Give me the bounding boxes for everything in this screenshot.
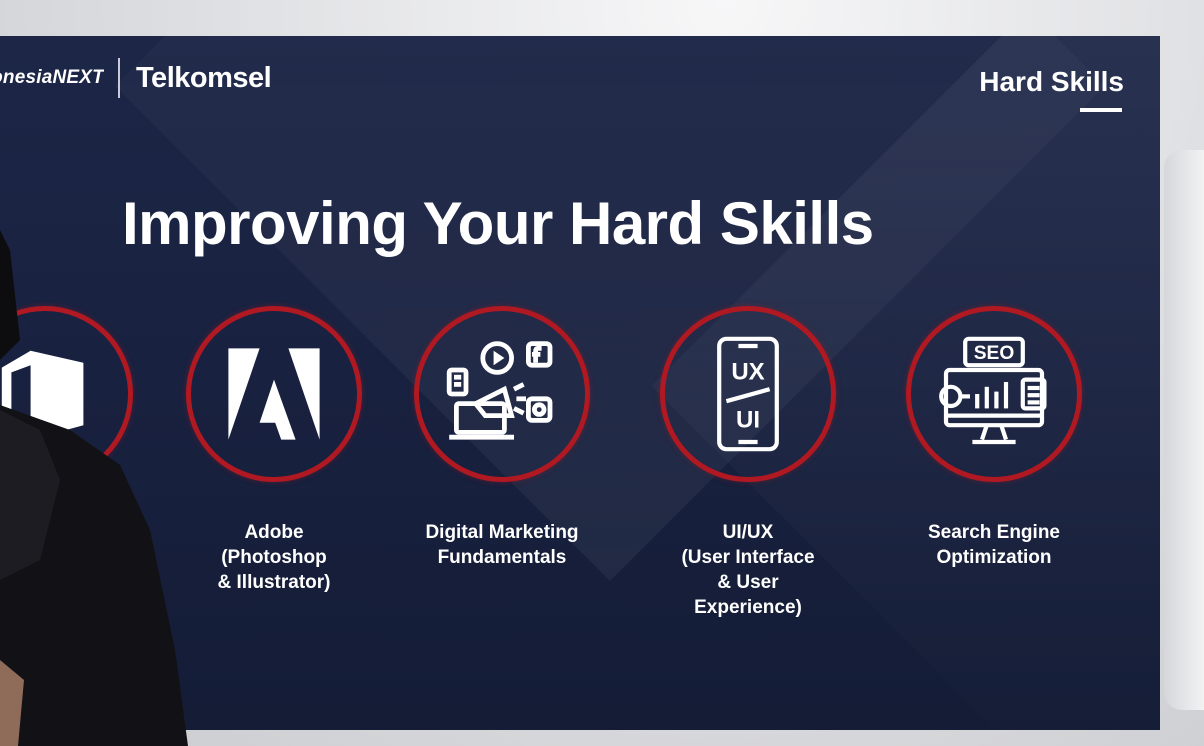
skill-ring: UX UI	[660, 306, 836, 482]
skill-item-adobe: Adobe (Photoshop & Illustrator)	[164, 306, 384, 595]
presenter-figure	[0, 230, 188, 746]
svg-text:UX: UX	[731, 359, 764, 386]
skill-label: Search Engine Optimization	[928, 522, 1060, 568]
telkomsel-logo-text: Telkomsel	[136, 61, 272, 94]
svg-text:SEO: SEO	[974, 343, 1015, 364]
brand-divider	[118, 58, 120, 98]
partner-logo-text: IndonesiaNEXT	[0, 67, 104, 88]
section-label: Hard Skills	[979, 66, 1124, 97]
skill-ring	[414, 306, 590, 482]
digital-marketing-icon	[446, 341, 553, 440]
skill-item-seo: SEO Search Engine Optimization	[884, 306, 1104, 570]
skill-label: UI/UX (User Interface & User Experience)	[681, 522, 815, 618]
skill-ring	[186, 306, 362, 482]
seo-monitor-icon: SEO	[939, 336, 1047, 445]
section-underline	[1080, 108, 1122, 112]
skill-label: Digital Marketing Fundamentals	[425, 522, 579, 568]
slide-headline: Improving Your Hard Skills	[122, 190, 874, 257]
adobe-icon	[228, 348, 320, 440]
skill-label: Adobe (Photoshop & Illustrator)	[217, 522, 331, 593]
svg-text:UI: UI	[736, 407, 760, 434]
skill-ring: SEO	[906, 306, 1082, 482]
skill-item-ui-ux: UX UI UI/UX (User Interface & User Exper…	[638, 306, 858, 620]
ui-ux-phone-icon: UX UI	[717, 336, 779, 452]
skill-item-digital-marketing: Digital Marketing Fundamentals	[392, 306, 612, 570]
studio-wall-panel	[1164, 150, 1204, 710]
brand-header: IndonesiaNEXT Telkomsel	[0, 58, 272, 98]
